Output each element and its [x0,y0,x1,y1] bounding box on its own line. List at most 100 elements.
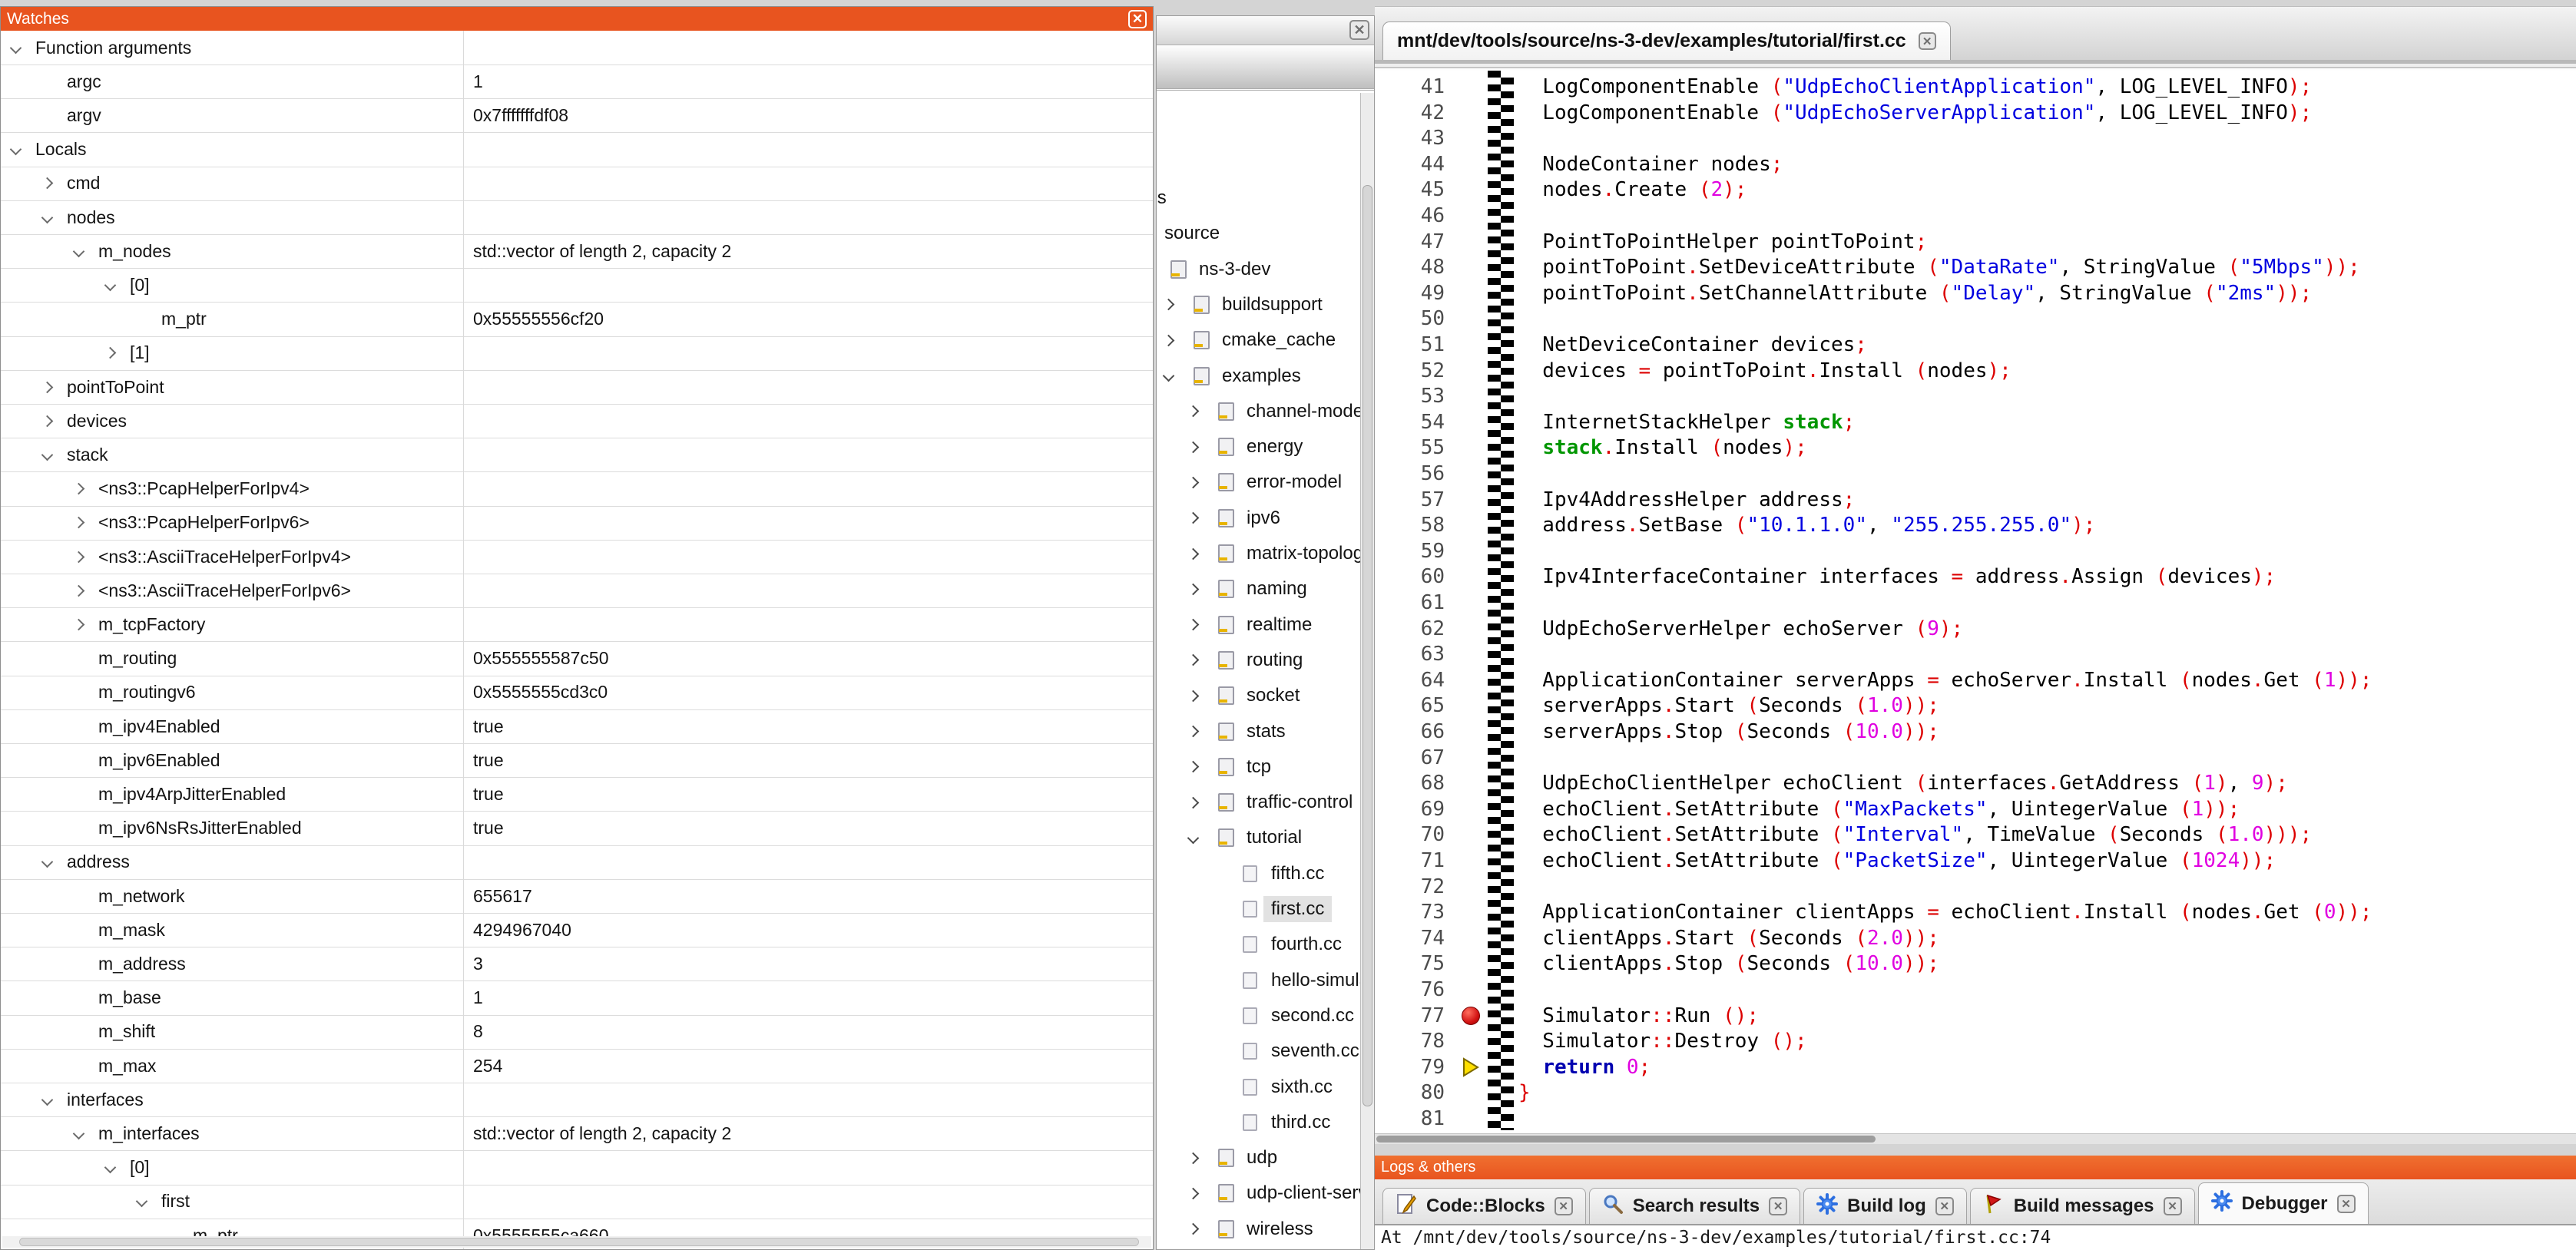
logs-tab-build-messages[interactable]: Build messages✕ [1970,1188,2195,1224]
watch-row--0-[interactable]: [0] [1,1151,1154,1186]
line-number[interactable]: 76 [1375,978,1454,1001]
chevron-right-icon[interactable] [73,584,85,597]
close-icon[interactable]: ✕ [1555,1197,1573,1215]
watch-row-m-tcpfactory[interactable]: m_tcpFactory [1,607,1154,642]
tree-item-energy[interactable]: energy [1247,431,1303,463]
chevron-right-icon[interactable] [1187,761,1200,773]
editor-scrollbar-thumb[interactable] [1376,1136,1876,1143]
line-number[interactable]: 75 [1375,952,1454,975]
code-line-70[interactable]: 70 echoClient.SetAttribute ("Interval", … [1375,822,2576,848]
tree-item-udp[interactable]: udp [1247,1142,1277,1174]
tree-item-tcp[interactable]: tcp [1247,751,1271,783]
chevron-right-icon[interactable] [1187,405,1200,418]
watch-row-m-address[interactable]: m_address3 [1,947,1154,981]
chevron-down-icon[interactable] [41,856,54,868]
tree-item-source[interactable]: source [1164,217,1220,250]
close-icon[interactable]: ✕ [2164,1197,2182,1215]
editor-horizontal-scrollbar[interactable] [1375,1133,2576,1144]
line-number[interactable]: 67 [1375,746,1454,769]
chevron-right-icon[interactable] [73,551,85,563]
chevron-down-icon[interactable] [136,1195,148,1208]
line-number[interactable]: 54 [1375,411,1454,434]
watch-row-interfaces[interactable]: interfaces [1,1083,1154,1117]
editor-tab-first-cc[interactable]: mnt/dev/tools/source/ns-3-dev/examples/t… [1382,21,1951,60]
tree-item-routing[interactable]: routing [1247,644,1303,676]
logs-tab-build-log[interactable]: Build log✕ [1803,1188,1967,1224]
code-line-67[interactable]: 67 [1375,745,2576,771]
code-area[interactable]: 41 LogComponentEnable ("UdpEchoClientApp… [1375,71,2576,1133]
code-line-78[interactable]: 78 Simulator::Destroy (); [1375,1028,2576,1054]
chevron-down-icon[interactable] [41,449,54,461]
tree-item-ipv6[interactable]: ipv6 [1247,502,1280,534]
watch-row-m-ipv6nsrsjitterenabled[interactable]: m_ipv6NsRsJitterEnabledtrue [1,812,1154,846]
tree-item-error-model[interactable]: error-model [1247,466,1342,498]
watch-row-argv[interactable]: argv0x7fffffffdf08 [1,98,1154,133]
watch-row-address[interactable]: address [1,845,1154,880]
line-number[interactable]: 48 [1375,256,1454,279]
chevron-down-icon[interactable] [73,1128,85,1140]
close-icon[interactable]: ✕ [1349,20,1369,40]
logs-tab-search-results[interactable]: Search results✕ [1589,1188,1800,1224]
line-number[interactable]: 51 [1375,333,1454,356]
tree-item-seventh-cc[interactable]: seventh.cc [1271,1035,1359,1067]
code-line-75[interactable]: 75 clientApps.Stop (Seconds (10.0)); [1375,951,2576,977]
tree-item-tools[interactable]: tools [1157,182,1167,214]
code-line-77[interactable]: 77 Simulator::Run (); [1375,1003,2576,1029]
code-line-57[interactable]: 57 Ipv4AddressHelper address; [1375,487,2576,513]
watches-titlebar[interactable]: Watches ✕ [1,7,1153,31]
chevron-right-icon[interactable] [1187,1152,1200,1164]
chevron-right-icon[interactable] [1187,1223,1200,1235]
watch-row-m-shift[interactable]: m_shift8 [1,1015,1154,1050]
tree-vertical-scrollbar[interactable] [1360,93,1374,1249]
code-line-62[interactable]: 62 UdpEchoServerHelper echoServer (9); [1375,616,2576,642]
watch-row-m-mask[interactable]: m_mask4294967040 [1,913,1154,947]
code-line-42[interactable]: 42 LogComponentEnable ("UdpEchoServerApp… [1375,100,2576,126]
chevron-right-icon[interactable] [1187,584,1200,596]
watch-row-m-routing[interactable]: m_routing0x555555587c50 [1,642,1154,676]
watch-row-first[interactable]: first [1,1185,1154,1219]
code-line-64[interactable]: 64 ApplicationContainer serverApps = ech… [1375,667,2576,693]
watch-row-m-ipv6enabled[interactable]: m_ipv6Enabledtrue [1,743,1154,778]
line-number[interactable]: 64 [1375,669,1454,692]
line-number[interactable]: 61 [1375,591,1454,614]
code-line-49[interactable]: 49 pointToPoint.SetChannelAttribute ("De… [1375,280,2576,306]
tree-item-wireless[interactable]: wireless [1247,1213,1313,1245]
line-number[interactable]: 78 [1375,1030,1454,1053]
line-number[interactable]: 80 [1375,1081,1454,1104]
line-number[interactable]: 69 [1375,798,1454,821]
tree-item-matrix-topology[interactable]: matrix-topology [1247,537,1360,570]
watch-row-argc[interactable]: argc1 [1,64,1154,99]
watch-row-cmd[interactable]: cmd [1,167,1154,201]
tree-item-naming[interactable]: naming [1247,573,1307,605]
watch-row-m-interfaces[interactable]: m_interfacesstd::vector of length 2, cap… [1,1116,1154,1151]
code-line-74[interactable]: 74 clientApps.Start (Seconds (2.0)); [1375,925,2576,951]
watch-row-pointtopoint[interactable]: pointToPoint [1,370,1154,405]
line-number[interactable]: 58 [1375,514,1454,537]
line-number[interactable]: 73 [1375,901,1454,924]
chevron-down-icon[interactable] [41,211,54,223]
logs-tab-debugger[interactable]: Debugger✕ [2198,1182,2369,1224]
line-number[interactable]: 43 [1375,127,1454,150]
code-line-66[interactable]: 66 serverApps.Stop (Seconds (10.0)); [1375,719,2576,745]
tree-item-stats[interactable]: stats [1247,716,1286,748]
tree-item-realtime[interactable]: realtime [1247,609,1312,641]
line-number[interactable]: 44 [1375,153,1454,176]
code-line-61[interactable]: 61 [1375,590,2576,616]
tree-item-channel-models[interactable]: channel-models [1247,395,1360,428]
breakpoint-icon[interactable] [1454,1007,1488,1025]
watch-row-nodes[interactable]: nodes [1,200,1154,235]
code-line-79[interactable]: 79 return 0; [1375,1054,2576,1080]
code-line-52[interactable]: 52 devices = pointToPoint.Install (nodes… [1375,358,2576,384]
line-number[interactable]: 45 [1375,178,1454,201]
code-line-76[interactable]: 76 [1375,977,2576,1003]
tree-item-ns-3-dev[interactable]: ns-3-dev [1199,253,1270,286]
chevron-right-icon[interactable] [1187,689,1200,702]
watch-row-stack[interactable]: stack [1,438,1154,472]
close-icon[interactable]: ✕ [1769,1197,1787,1215]
close-icon[interactable]: ✕ [2337,1195,2356,1213]
line-number[interactable]: 46 [1375,204,1454,227]
chevron-right-icon[interactable] [1163,299,1175,311]
chevron-down-icon[interactable] [10,41,22,54]
line-number[interactable]: 79 [1375,1056,1454,1079]
chevron-right-icon[interactable] [1187,512,1200,524]
